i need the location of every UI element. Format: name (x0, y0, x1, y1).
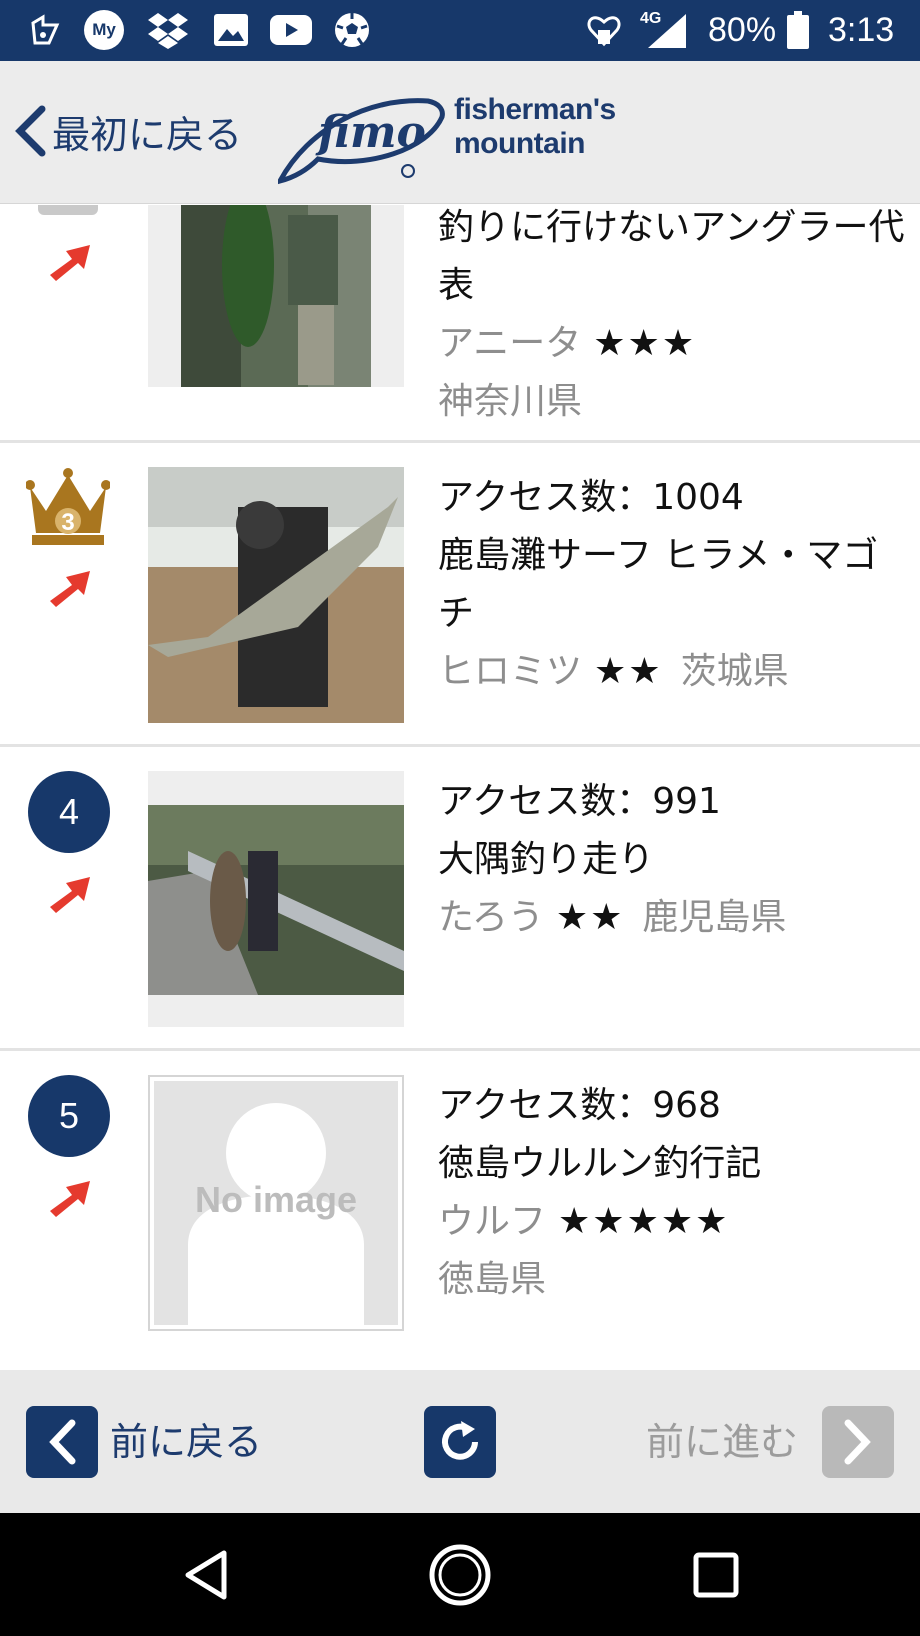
rank-badge-partial (38, 205, 98, 215)
author-name[interactable]: ウルフ (438, 1201, 546, 1242)
logo-line-2: mountain (454, 127, 585, 160)
author-line: たろう ★★ 鹿児島県 (438, 889, 908, 947)
signal-4g-icon: 4G (640, 10, 688, 50)
prev-button[interactable] (26, 1406, 98, 1478)
no-image-placeholder[interactable]: No image (148, 1075, 404, 1331)
author-name[interactable]: アニータ (438, 323, 581, 364)
ranking-info: アクセス数：1004 鹿島灘サーフ ヒラメ・マゴチ ヒロミツ ★★ 茨城県 (438, 469, 908, 701)
ranking-row[interactable]: 3 アクセス数：1004 鹿島灘サーフ ヒラメ・マゴチ ヒロミツ ★★ 茨城県 (0, 443, 920, 747)
catch-photo[interactable] (148, 205, 404, 387)
rating-stars: ★★★ (593, 323, 697, 364)
fimo-logo[interactable]: fimo fisherman's mountain (278, 89, 648, 185)
back-to-first-label: 最初に戻る (52, 112, 243, 157)
fishing-log-title[interactable]: 大隅釣り走り (438, 831, 908, 889)
ranking-info: アクセス数：991 大隅釣り走り たろう ★★ 鹿児島県 (438, 773, 908, 947)
access-count: アクセス数：968 (438, 1085, 721, 1126)
prefecture: 鹿児島県 (642, 897, 787, 938)
rating-stars: ★★ (594, 651, 663, 692)
author-line: アニータ ★★★ (438, 315, 908, 373)
author-name[interactable]: たろう (438, 897, 544, 938)
ranking-row[interactable]: 4 アクセス数：991 大隅釣り走り たろう ★★ 鹿児島県 (0, 747, 920, 1051)
catch-photo[interactable] (148, 467, 404, 723)
trend-up-arrow-icon (50, 245, 90, 281)
back-triangle-icon[interactable] (170, 1539, 242, 1611)
page-navigation-bar: 前に戻る 前に進む (0, 1370, 920, 1513)
access-count: アクセス数：991 (438, 781, 721, 822)
reload-icon (442, 1421, 478, 1460)
system-navigation-bar (0, 1513, 920, 1636)
logo-line-1: fisherman's (454, 93, 616, 126)
logo-script-text: fimo (315, 107, 426, 158)
dropbox-icon (146, 10, 190, 50)
prefecture: 茨城県 (680, 651, 789, 692)
store-icon (28, 10, 64, 50)
fishing-log-title[interactable]: 釣りに行けないアングラー代表 (438, 205, 908, 315)
fimo-fish-mark-icon: fimo (278, 98, 445, 185)
mydocomo-icon: My (82, 10, 126, 50)
access-count: アクセス数：1004 (438, 477, 744, 518)
ranking-row[interactable]: 釣りに行けないアングラー代表 アニータ ★★★ 神奈川県 (0, 205, 920, 443)
rank-number: 4 (28, 771, 110, 853)
battery-percent: 80% (708, 11, 777, 49)
prefecture: 神奈川県 (438, 381, 583, 422)
logo-wordmark: fisherman's mountain (454, 93, 616, 161)
gallery-icon (212, 10, 250, 50)
next-label[interactable]: 前に進む (646, 1418, 798, 1466)
prefecture: 徳島県 (438, 1259, 547, 1300)
app-header: 最初に戻る fimo fisherman's mountain (0, 61, 920, 204)
battery-icon (786, 10, 810, 50)
home-circle-icon[interactable] (424, 1539, 496, 1611)
rank-number: 5 (28, 1075, 110, 1157)
trend-up-arrow-icon (50, 571, 90, 607)
ranking-info: アクセス数：968 徳島ウルルン釣行記 ウルフ ★★★★★ 徳島県 (438, 1077, 908, 1309)
clock: 3:13 (828, 11, 895, 49)
ranking-info: 釣りに行けないアングラー代表 アニータ ★★★ 神奈川県 (438, 205, 908, 431)
author-line: ウルフ ★★★★★ (438, 1193, 908, 1251)
ranking-row[interactable]: 5 No image アクセス数：968 徳島ウルルン釣行記 ウルフ ★★★★★ … (0, 1051, 920, 1370)
rating-stars: ★★★★★ (558, 1201, 730, 1242)
recents-square-icon[interactable] (680, 1539, 752, 1611)
prev-label[interactable]: 前に戻る (110, 1418, 262, 1466)
rank-number: 3 (61, 509, 75, 536)
rating-stars: ★★ (555, 897, 625, 938)
network-type: 4G (640, 10, 662, 27)
chevron-right-icon (844, 1419, 871, 1465)
chevron-left-icon (49, 1419, 76, 1465)
trend-up-arrow-icon (50, 877, 90, 913)
author-line: ヒロミツ ★★ 茨城県 (438, 643, 908, 701)
mydocomo-label: My (84, 10, 124, 50)
no-image-label: No image (194, 1179, 358, 1220)
chevron-left-icon (15, 105, 46, 157)
status-bar: My 4G 80% 3:13 (0, 0, 920, 61)
trend-up-arrow-icon (50, 1181, 90, 1217)
heart-badge-icon (584, 10, 624, 50)
reload-button[interactable] (424, 1406, 496, 1478)
youtube-icon (270, 10, 312, 50)
fishing-log-title[interactable]: 徳島ウルルン釣行記 (438, 1135, 908, 1193)
ranking-list: 釣りに行けないアングラー代表 アニータ ★★★ 神奈川県 3 アクセス数：100… (0, 205, 920, 1370)
back-to-first-button[interactable]: 最初に戻る (14, 103, 242, 159)
catch-photo[interactable] (148, 771, 404, 1027)
soccer-ball-icon (332, 10, 372, 50)
next-button[interactable] (822, 1406, 894, 1478)
author-name[interactable]: ヒロミツ (438, 651, 582, 692)
fishing-log-title[interactable]: 鹿島灘サーフ ヒラメ・マゴチ (438, 527, 908, 643)
